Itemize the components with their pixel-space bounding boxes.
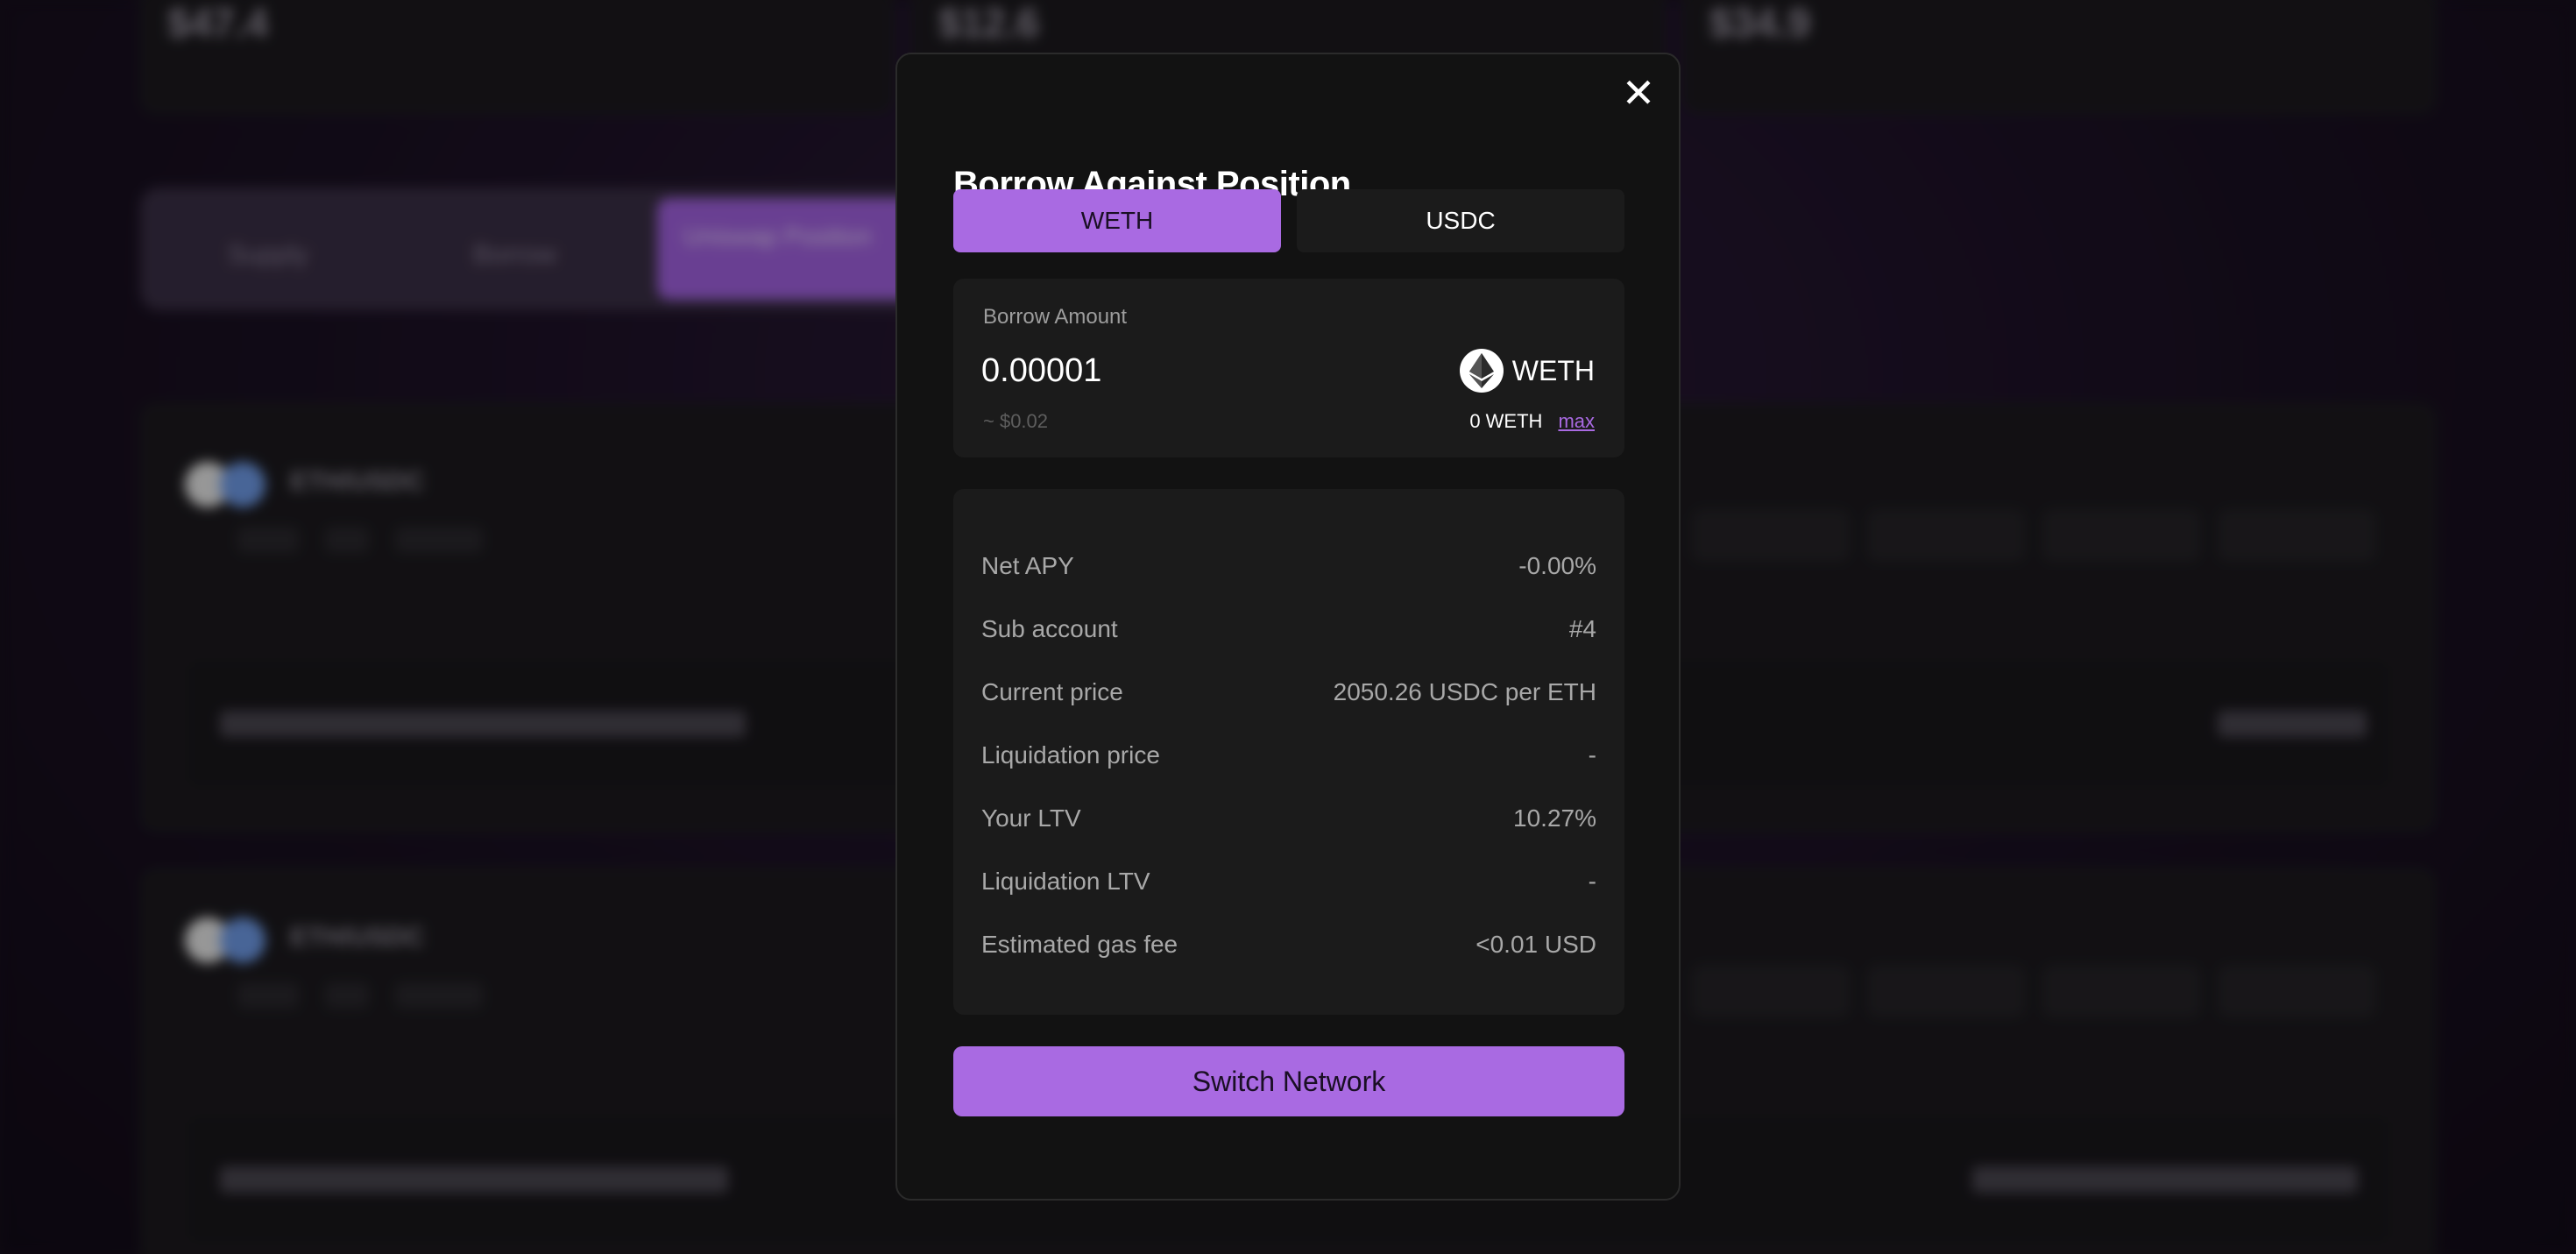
info-value: 2050.26 USDC per ETH	[1333, 678, 1596, 705]
info-row-gas-fee: Estimated gas fee <0.01 USD	[981, 927, 1596, 962]
info-label: Liquidation price	[981, 741, 1160, 769]
info-row-liquidation-price: Liquidation price -	[981, 738, 1596, 773]
info-row-net-apy: Net APY -0.00%	[981, 549, 1596, 584]
token-selector: WETH	[1459, 345, 1595, 396]
info-label: Sub account	[981, 615, 1118, 642]
info-value: -	[1588, 868, 1596, 895]
info-label: Net APY	[981, 552, 1074, 579]
balance-row: 0 WETH max	[1469, 410, 1595, 433]
info-row-current-price: Current price 2050.26 USDC per ETH	[981, 675, 1596, 710]
borrow-amount-input[interactable]	[981, 345, 1349, 396]
info-row-liquidation-ltv: Liquidation LTV -	[981, 864, 1596, 899]
info-value: #4	[1568, 615, 1596, 642]
tab-usdc[interactable]: USDC	[1297, 189, 1624, 252]
borrow-amount-label: Borrow Amount	[983, 305, 1128, 329]
borrow-modal: ✕ Borrow Against Position WETH USDC Borr…	[895, 53, 1681, 1201]
max-link[interactable]: max	[1558, 410, 1595, 433]
info-value: <0.01 USD	[1476, 931, 1596, 958]
switch-network-button[interactable]: Switch Network	[953, 1046, 1624, 1116]
info-label: Your LTV	[981, 804, 1081, 832]
token-name: WETH	[1511, 354, 1595, 386]
info-value: -0.00%	[1518, 552, 1596, 579]
close-button[interactable]: ✕	[1614, 68, 1663, 117]
borrow-amount-panel: Borrow Amount WETH ~ $0.02 0 WETH max	[953, 279, 1624, 457]
info-label: Current price	[981, 678, 1123, 705]
info-row-sub-account: Sub account #4	[981, 612, 1596, 647]
wallet-balance: 0 WETH	[1469, 410, 1543, 432]
info-label: Estimated gas fee	[981, 931, 1178, 958]
token-tabs: WETH USDC	[953, 189, 1624, 252]
ethereum-icon	[1459, 349, 1504, 393]
position-info-panel: Net APY -0.00% Sub account #4 Current pr…	[953, 489, 1624, 1015]
close-icon: ✕	[1621, 69, 1656, 117]
tab-weth[interactable]: WETH	[953, 189, 1281, 252]
usd-estimate: ~ $0.02	[983, 410, 1049, 432]
info-label: Liquidation LTV	[981, 868, 1150, 895]
info-row-your-ltv: Your LTV 10.27%	[981, 801, 1596, 836]
info-value: 10.27%	[1513, 804, 1596, 832]
info-value: -	[1588, 741, 1596, 769]
